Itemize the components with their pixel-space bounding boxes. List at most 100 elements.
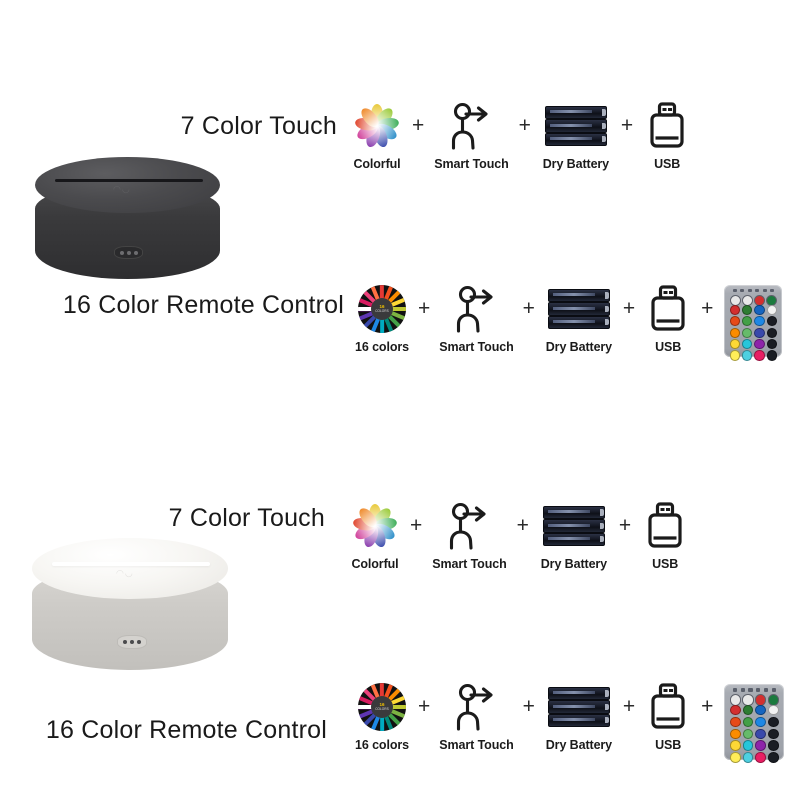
headline-16-color-remote: 16 Color Remote Control	[62, 291, 344, 319]
feature-label: Colorful	[351, 557, 399, 571]
dry-battery-icon	[544, 284, 614, 334]
remote-color-button[interactable]	[729, 350, 741, 361]
remote-color-pad	[729, 304, 778, 361]
plus-separator: +	[622, 695, 636, 718]
battery-cell	[547, 289, 610, 303]
remote-color-button[interactable]	[729, 316, 741, 327]
feature-smart-touch: Smart Touch	[439, 284, 514, 354]
feature-label: 16 colors	[355, 340, 409, 354]
remote-ir-bar	[770, 288, 775, 293]
remote-color-button[interactable]	[729, 752, 741, 763]
lamp-light-slot	[55, 179, 203, 182]
lamp-touch-indicator	[117, 635, 147, 649]
remote-ir-bar	[747, 288, 752, 293]
feature-label: Dry Battery	[545, 340, 613, 354]
remote-color-button[interactable]	[766, 316, 778, 327]
feature-strip-remote: 16 COLORS 16 colors + Smart Touch + Dry …	[355, 682, 786, 763]
feature-usb: USB	[644, 284, 692, 354]
plus-separator: +	[522, 695, 535, 718]
dry-battery-icon	[539, 501, 609, 551]
feature-label: Dry Battery	[545, 738, 613, 752]
remote-color-button[interactable]	[755, 740, 767, 751]
indicator-dot	[133, 250, 138, 255]
white-lamp-panel: 7 Color Touch ◠◡ 16 Color Remote Control…	[0, 400, 800, 800]
remote-function-button[interactable]	[755, 694, 767, 706]
feature-label: Smart Touch	[439, 340, 514, 354]
remote-color-button[interactable]	[742, 716, 754, 728]
battery-cell	[547, 315, 610, 329]
remote-ir-bar	[755, 288, 760, 293]
indicator-dot	[123, 640, 127, 644]
remote-color-button[interactable]	[766, 327, 778, 338]
remote-color-button[interactable]	[742, 327, 753, 338]
battery-cell	[542, 532, 605, 546]
remote-color-button[interactable]	[729, 704, 741, 716]
remote-function-button[interactable]	[767, 694, 779, 706]
remote-color-button[interactable]	[754, 339, 765, 350]
remote-color-button[interactable]	[768, 716, 780, 728]
remote-color-button[interactable]	[754, 327, 765, 338]
remote-color-button[interactable]	[729, 716, 741, 728]
remote-color-button[interactable]	[742, 350, 753, 361]
lamp-logo: ◠◡	[113, 184, 131, 194]
plus-separator: +	[412, 114, 425, 137]
feature-16-colors: 16 COLORS 16 colors	[355, 284, 409, 354]
lamp-logo: ◠◡	[116, 568, 134, 578]
feature-strip-remote: 16 COLORS 16 colors + Smart Touch + Dry …	[355, 284, 784, 361]
colorful-pinwheel-icon	[350, 501, 400, 551]
feature-label: Colorful	[353, 157, 401, 171]
feature-usb: USB	[644, 682, 692, 752]
smart-touch-hand-icon	[449, 682, 503, 732]
remote-color-button[interactable]	[742, 704, 754, 716]
dry-battery-icon	[544, 682, 614, 732]
lamp-base-white: ◠◡	[32, 538, 228, 670]
remote-color-button[interactable]	[755, 704, 767, 716]
remote-function-button[interactable]	[729, 694, 742, 706]
remote-color-button[interactable]	[766, 350, 778, 361]
remote-color-button[interactable]	[768, 728, 780, 740]
remote-color-button[interactable]	[742, 316, 753, 327]
plus-separator: +	[701, 297, 714, 320]
remote-color-button[interactable]	[729, 327, 741, 338]
remote-ir-bar	[756, 688, 761, 692]
remote-color-button[interactable]	[729, 339, 741, 350]
remote-color-button[interactable]	[742, 304, 753, 315]
infographic-canvas: 7 Color Touch ◠◡ 16 Color Remote Control…	[0, 0, 800, 800]
feature-label: USB	[655, 340, 682, 354]
remote-color-button[interactable]	[754, 316, 765, 327]
remote-color-button[interactable]	[754, 350, 765, 361]
remote-color-button[interactable]	[729, 304, 741, 315]
feature-label: USB	[655, 738, 682, 752]
remote-color-button[interactable]	[766, 339, 778, 350]
remote-color-button[interactable]	[742, 728, 754, 740]
remote-function-button[interactable]	[742, 694, 754, 706]
remote-color-button[interactable]	[742, 339, 753, 350]
plus-separator: +	[622, 297, 636, 320]
remote-color-button[interactable]	[754, 304, 765, 315]
remote-color-button[interactable]	[768, 704, 780, 716]
remote-color-button[interactable]	[729, 740, 741, 751]
remote-color-button[interactable]	[768, 752, 780, 763]
plus-separator: +	[522, 297, 535, 320]
feature-dry-battery: Dry Battery	[544, 682, 614, 752]
lamp-light-slot	[52, 562, 210, 566]
feature-dry-battery: Dry Battery	[539, 501, 609, 571]
remote-color-button[interactable]	[742, 752, 754, 763]
feature-strip-touch: Colorful + Smart Touch + Dry Battery + U…	[352, 101, 691, 171]
remote-color-button[interactable]	[755, 716, 767, 728]
remote-color-button[interactable]	[729, 728, 741, 740]
feature-strip-touch: Colorful + Smart Touch + Dry Battery + U…	[350, 501, 689, 571]
headline-16-color-remote: 16 Color Remote Control	[45, 716, 327, 744]
remote-color-button[interactable]	[755, 752, 767, 763]
remote-color-button[interactable]	[768, 740, 780, 751]
lamp-touch-indicator	[114, 246, 143, 259]
battery-cell	[544, 106, 607, 120]
battery-cell	[547, 700, 610, 714]
indicator-dot	[137, 640, 141, 644]
remote-color-button[interactable]	[742, 740, 754, 751]
remote-color-button[interactable]	[755, 728, 767, 740]
remote-color-button[interactable]	[766, 304, 778, 315]
wheel-hub: 16 COLORS	[370, 695, 394, 719]
remote-ir-window	[732, 688, 776, 692]
headline-7-color-touch: 7 Color Touch	[180, 112, 337, 140]
